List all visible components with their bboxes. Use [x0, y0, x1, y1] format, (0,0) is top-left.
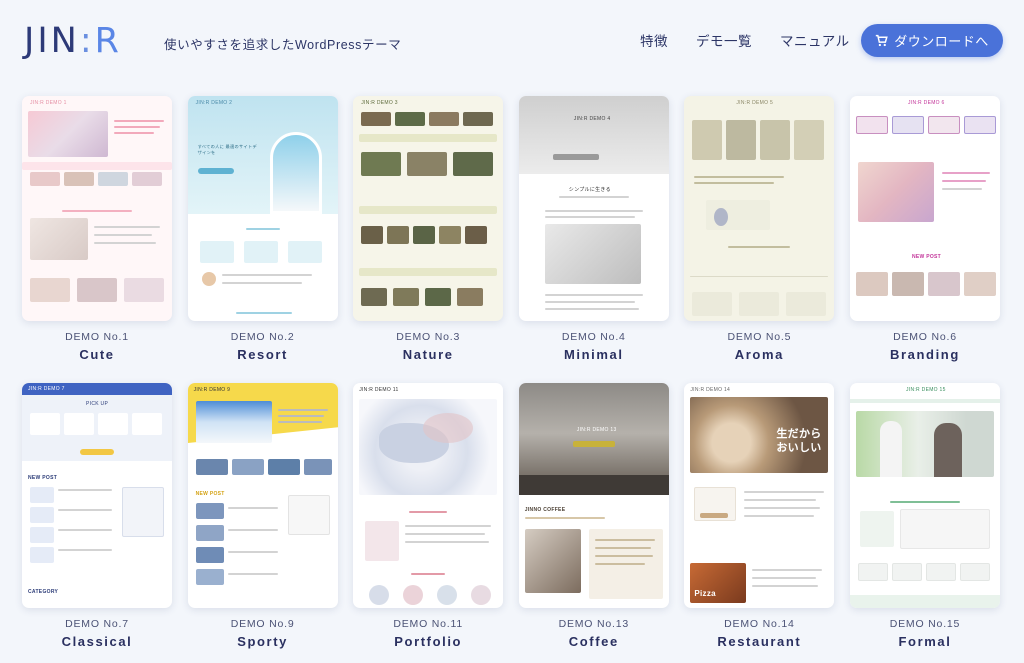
demo-thumbnail-cute[interactable]: JIN:R DEMO 1 [22, 96, 172, 321]
demo-number: DEMO No.4 [561, 331, 626, 343]
demo-name: Nature [402, 347, 454, 362]
demo-card-classical[interactable]: JIN:R DEMO 7 PICK UP NEW POST CATEGORY D… [22, 383, 172, 663]
download-label: ダウンロードへ [894, 34, 989, 49]
demo-site-title: JIN:R DEMO 15 [905, 387, 946, 393]
demo-name: Coffee [568, 634, 619, 649]
branding-section-title: NEW POST [911, 254, 942, 260]
demo-number: DEMO No.13 [558, 618, 629, 630]
demo-thumbnail-sporty[interactable]: JIN:R DEMO 9 NEW POST [187, 383, 338, 608]
demo-site-title: JIN:R DEMO 11 [359, 387, 399, 393]
demo-card-restaurant[interactable]: JIN:R DEMO 14 生だから おいしい Pizza DEMO No.14… [684, 383, 835, 663]
demo-card-portfolio[interactable]: JIN:R DEMO 11 DEMO No.11 Portfolio [353, 383, 504, 663]
demo-number: DEMO No.14 [724, 618, 795, 630]
classical-newpost: NEW POST [28, 475, 58, 481]
demo-card-minimal[interactable]: JIN:R DEMO 4 シンプルに生きる DEMO No.4 Minimal [518, 96, 669, 383]
demo-thumbnail-portfolio[interactable]: JIN:R DEMO 11 [353, 383, 504, 608]
demo-number: DEMO No.15 [889, 618, 961, 630]
demo-card-coffee[interactable]: JIN:R DEMO 13 JINNO COFFEE DEMO No.13 Co… [518, 383, 669, 663]
demo-site-title: JIN:R DEMO 14 [690, 387, 731, 393]
sporty-newpost: NEW POST [195, 491, 225, 497]
demo-name: Restaurant [717, 634, 802, 649]
demo-name: Aroma [734, 347, 784, 362]
demo-thumbnail-minimal[interactable]: JIN:R DEMO 4 シンプルに生きる [518, 96, 669, 321]
demo-number: DEMO No.11 [393, 618, 464, 630]
demo-number: DEMO No.1 [65, 331, 129, 343]
tagline: 使いやすさを追求したWordPressテーマ [164, 38, 402, 52]
demo-grid: JIN:R DEMO 1 DEMO No.1 Cute JIN:R DEMO 2 [22, 96, 1006, 663]
demo-number: DEMO No.7 [65, 618, 129, 630]
resort-hero-copy: すべての人に 最適のサイトデザインを [197, 144, 257, 155]
demo-site-title: JIN:R DEMO 4 [573, 116, 611, 122]
demo-card-aroma[interactable]: JIN:R DEMO 5 DEMO No.5 Aroma [684, 96, 835, 383]
classical-category: CATEGORY [28, 589, 59, 595]
main-nav: 特徴 デモ一覧 マニュアル [640, 30, 878, 50]
download-button[interactable]: ダウンロードへ [861, 24, 1003, 57]
demo-name: Branding [890, 347, 960, 362]
restaurant-pizza-label: Pizza [694, 589, 716, 598]
sporty-hero [195, 401, 272, 443]
nav-manual[interactable]: マニュアル [780, 30, 850, 50]
classical-pickup: PICK UP [86, 401, 109, 407]
logo[interactable]: JIN:R [24, 21, 122, 61]
demo-name: Classical [61, 634, 133, 649]
demo-number: DEMO No.2 [230, 331, 295, 343]
demo-site-title: JIN:R DEMO 6 [907, 100, 945, 106]
nav-features[interactable]: 特徴 [640, 30, 668, 50]
formal-hero [855, 411, 994, 477]
site-header: JIN:R 使いやすさを追求したWordPressテーマ 特徴 デモ一覧 マニュ… [0, 0, 1024, 82]
demo-site-title: JIN:R DEMO 7 [28, 386, 65, 392]
demo-number: DEMO No.3 [396, 331, 461, 343]
demo-thumbnail-resort[interactable]: JIN:R DEMO 2 すべての人に 最適のサイトデザインを [187, 96, 338, 321]
demo-card-sporty[interactable]: JIN:R DEMO 9 NEW POST DEMO No.9 Sporty [187, 383, 338, 663]
demo-number: DEMO No.6 [893, 331, 957, 343]
demo-site-title: JIN:R DEMO 3 [361, 100, 398, 106]
demo-thumbnail-formal[interactable]: JIN:R DEMO 15 [849, 383, 1000, 608]
demo-site-title: JIN:R DEMO 1 [30, 100, 67, 106]
demo-number: DEMO No.5 [727, 331, 792, 343]
demo-thumbnail-classical[interactable]: JIN:R DEMO 7 PICK UP NEW POST CATEGORY [22, 383, 172, 608]
demo-card-formal[interactable]: JIN:R DEMO 15 DEMO No.15 Formal [849, 383, 1000, 663]
demo-site-title: JIN:R DEMO 9 [193, 387, 231, 393]
minimal-hero [518, 96, 669, 174]
demo-card-resort[interactable]: JIN:R DEMO 2 すべての人に 最適のサイトデザインを DEMO No.… [187, 96, 338, 383]
minimal-heading: シンプルに生きる [568, 187, 611, 193]
demo-thumbnail-nature[interactable]: JIN:R DEMO 3 [353, 96, 504, 321]
demo-card-nature[interactable]: JIN:R DEMO 3 DEMO No.3 Nature [353, 96, 504, 383]
demo-name: Portfolio [394, 634, 463, 649]
cart-icon [876, 34, 888, 47]
demo-thumbnail-coffee[interactable]: JIN:R DEMO 13 JINNO COFFEE [518, 383, 669, 608]
demo-name: Cute [79, 347, 115, 362]
demo-site-title: JIN:R DEMO 2 [195, 100, 233, 106]
demo-card-branding[interactable]: JIN:R DEMO 6 NEW POST DEMO No.6 Branding [849, 96, 1000, 383]
demo-card-cute[interactable]: JIN:R DEMO 1 DEMO No.1 Cute [22, 96, 172, 383]
restaurant-hero-line2: おいしい [776, 442, 822, 454]
logo-text: JIN:R [24, 21, 122, 61]
demo-site-title: JIN:R DEMO 13 [576, 427, 617, 433]
nav-demo-list[interactable]: デモ一覧 [696, 30, 752, 50]
demo-name: Resort [237, 347, 288, 362]
demo-number: DEMO No.9 [230, 618, 295, 630]
demo-name: Formal [898, 634, 952, 649]
coffee-shop-name: JINNO COFFEE [524, 507, 566, 513]
demo-thumbnail-aroma[interactable]: JIN:R DEMO 5 [684, 96, 835, 321]
demo-site-title: JIN:R DEMO 5 [736, 100, 774, 106]
demo-name: Sporty [237, 634, 288, 649]
demo-name: Minimal [563, 347, 624, 362]
demo-thumbnail-restaurant[interactable]: JIN:R DEMO 14 生だから おいしい Pizza [684, 383, 835, 608]
cute-hero-image [28, 111, 108, 157]
demo-thumbnail-branding[interactable]: JIN:R DEMO 6 NEW POST [849, 96, 1000, 321]
